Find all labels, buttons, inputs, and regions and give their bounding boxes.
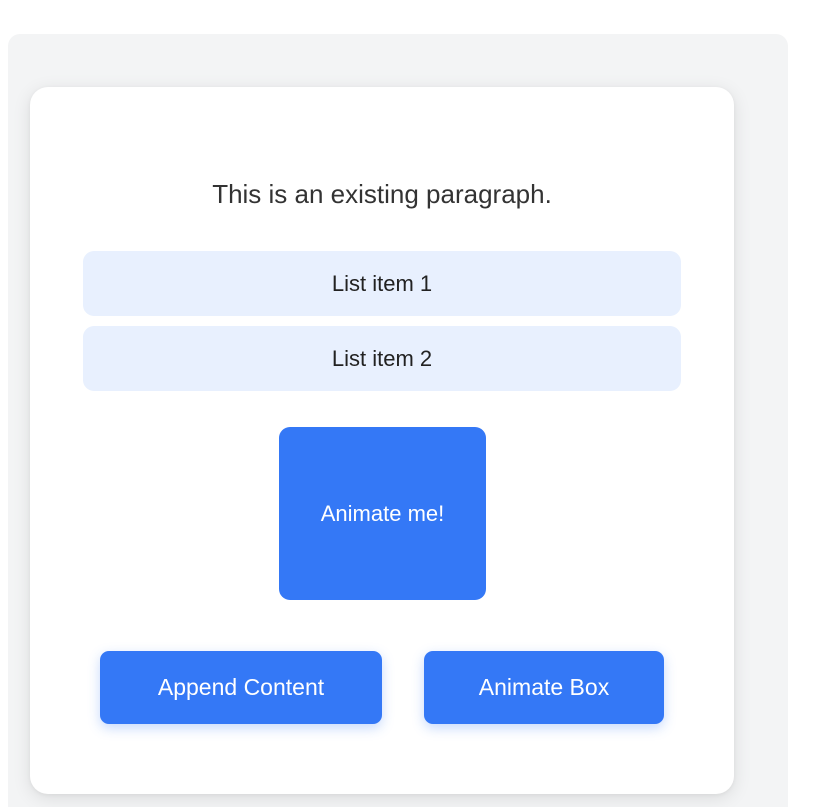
animate-box: Animate me! xyxy=(279,427,486,600)
existing-paragraph: This is an existing paragraph. xyxy=(212,179,552,209)
animate-box-button[interactable]: Animate Box xyxy=(424,651,664,724)
list-item: List item 1 xyxy=(83,251,681,316)
append-content-button[interactable]: Append Content xyxy=(100,651,382,724)
item-list: List item 1 List item 2 xyxy=(83,251,681,401)
list-item: List item 2 xyxy=(83,326,681,391)
